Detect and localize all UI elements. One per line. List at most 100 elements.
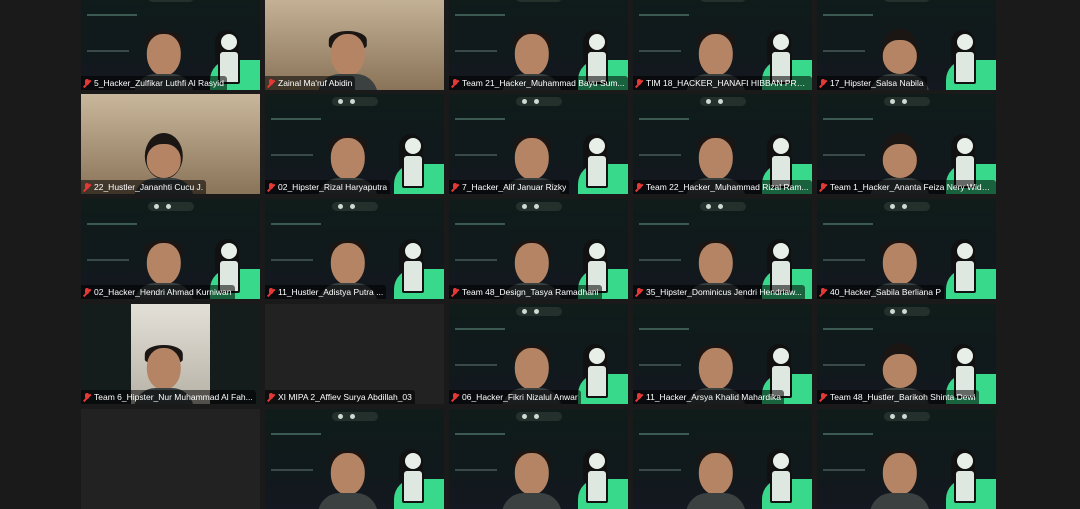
participant-video-tile[interactable]: Zainal Ma'ruf Abidin [265, 0, 444, 90]
mascot-illustration [398, 449, 424, 503]
participant-video-tile[interactable] [449, 409, 628, 509]
participant-name: Team 48_Design_Tasya Ramadhani [462, 287, 599, 297]
participant-name: 11_Hustler_Adistya Putra ... [278, 287, 384, 297]
slide-text-line [639, 118, 689, 120]
slide-text-line [455, 154, 497, 156]
mascot-illustration [582, 30, 608, 84]
slide-toolbar [332, 202, 378, 211]
mic-muted-icon [451, 78, 459, 88]
slide-text-line [271, 433, 321, 435]
slide-text-line [455, 259, 497, 261]
slide-toolbar [516, 0, 562, 2]
participant-name-bar: 11_Hustler_Adistya Putra ... [265, 285, 387, 299]
slide-text-line [639, 223, 689, 225]
participant-avatar [869, 450, 930, 509]
slide-text-line [639, 14, 689, 16]
slide-text-line [639, 469, 681, 471]
slide-text-line [639, 433, 689, 435]
slide-text-line [823, 50, 865, 52]
participant-video-tile[interactable]: Team 21_Hacker_Muhammad Bayu Sum... [449, 0, 628, 90]
mascot-illustration [582, 449, 608, 503]
slide-text-line [455, 469, 497, 471]
participant-video-tile[interactable] [633, 409, 812, 509]
mascot-illustration [766, 449, 792, 503]
participant-name-bar: XI MIPA 2_Affiev Surya Abdillah_03 [265, 390, 415, 404]
slide-text-line [823, 118, 873, 120]
participant-name: 06_Hacker_Fikri Nizalul Anwar [462, 392, 578, 402]
slide-toolbar [884, 202, 930, 211]
mascot-illustration [398, 239, 424, 293]
slide-toolbar [516, 307, 562, 316]
slide-text-line [455, 14, 505, 16]
participant-video-tile[interactable] [81, 409, 260, 509]
slide-toolbar [700, 0, 746, 2]
slide-toolbar [884, 97, 930, 106]
participant-video-tile[interactable]: 35_Hipster_Dominicus Jendri Hendriaw... [633, 199, 812, 299]
participant-video-tile[interactable]: 22_Hustler_Jananhti Cucu J. [81, 94, 260, 194]
slide-text-line [455, 433, 505, 435]
participant-name-bar: 40_Hacker_Sabila Berliana P [817, 285, 945, 299]
participant-video-tile[interactable]: 06_Hacker_Fikri Nizalul Anwar [449, 304, 628, 404]
participant-name-bar: 02_Hipster_Rizal Haryaputra [265, 180, 391, 194]
mascot-illustration [950, 344, 976, 398]
participant-name-bar: 06_Hacker_Fikri Nizalul Anwar [449, 390, 581, 404]
slide-text-line [271, 223, 321, 225]
participant-video-tile[interactable]: Team 1_Hacker_Ananta Feiza Nery Wido... [817, 94, 996, 194]
slide-text-line [87, 50, 129, 52]
slide-toolbar [148, 0, 194, 2]
slide-toolbar [884, 0, 930, 2]
participant-name: TIM 18_HACKER_HANAFI HIBBAN PRAS... [646, 78, 809, 88]
participant-name: 7_Hacker_Alif Januar Rizky [462, 182, 567, 192]
participant-name: 11_Hacker_Arsya Khalid Mahardika [646, 392, 781, 402]
participant-video-tile[interactable]: Team 6_Hipster_Nur Muhammad Al Fah... [81, 304, 260, 404]
participant-video-tile[interactable]: 02_Hacker_Hendri Ahmad Kurniwan [81, 199, 260, 299]
participant-video-tile[interactable]: 5_Hacker_Zulfikar Luthfi Al Rasyid [81, 0, 260, 90]
slide-text-line [823, 154, 865, 156]
participant-video-tile[interactable]: 7_Hacker_Alif Januar Rizky [449, 94, 628, 194]
participant-video-tile[interactable]: Team 48_Hustler_Barikoh Shinta Dewi [817, 304, 996, 404]
slide-text-line [271, 118, 321, 120]
mic-muted-icon [83, 78, 91, 88]
slide-text-line [455, 118, 505, 120]
mic-muted-icon [267, 287, 275, 297]
participant-name: Team 6_Hipster_Nur Muhammad Al Fah... [94, 392, 253, 402]
mascot-illustration [766, 344, 792, 398]
mascot-illustration [766, 239, 792, 293]
slide-text-line [87, 259, 129, 261]
participant-video-tile[interactable] [817, 409, 996, 509]
slide-text-line [639, 259, 681, 261]
mascot-illustration [398, 134, 424, 188]
slide-text-line [823, 259, 865, 261]
participant-video-tile[interactable]: 11_Hacker_Arsya Khalid Mahardika [633, 304, 812, 404]
mic-muted-icon [819, 78, 827, 88]
participant-video-tile[interactable]: 11_Hustler_Adistya Putra ... [265, 199, 444, 299]
participant-name-bar: Team 22_Hacker_Muhammad Rizal Ram... [633, 180, 812, 194]
participant-video-tile[interactable]: 17_Hipster_Salsa Nabila [817, 0, 996, 90]
mascot-illustration [766, 134, 792, 188]
participant-video-tile[interactable] [265, 409, 444, 509]
mascot-illustration [950, 134, 976, 188]
participant-video-tile[interactable]: XI MIPA 2_Affiev Surya Abdillah_03 [265, 304, 444, 404]
mascot-illustration [582, 134, 608, 188]
slide-toolbar [700, 97, 746, 106]
participant-video-tile[interactable]: Team 22_Hacker_Muhammad Rizal Ram... [633, 94, 812, 194]
mascot-illustration [766, 30, 792, 84]
participant-name: 02_Hipster_Rizal Haryaputra [278, 182, 388, 192]
mascot-illustration [950, 449, 976, 503]
participant-video-tile[interactable]: 40_Hacker_Sabila Berliana P [817, 199, 996, 299]
slide-text-line [455, 50, 497, 52]
mic-muted-icon [819, 182, 827, 192]
slide-toolbar [884, 412, 930, 421]
slide-text-line [639, 50, 681, 52]
participant-name-bar: Team 21_Hacker_Muhammad Bayu Sum... [449, 76, 628, 90]
participant-name: Zainal Ma'ruf Abidin [278, 78, 353, 88]
slide-text-line [271, 469, 313, 471]
mic-muted-icon [451, 287, 459, 297]
mascot-illustration [214, 239, 240, 293]
participant-name: 17_Hipster_Salsa Nabila [830, 78, 924, 88]
participant-name: 02_Hacker_Hendri Ahmad Kurniwan [94, 287, 232, 297]
participant-video-tile[interactable]: Team 48_Design_Tasya Ramadhani [449, 199, 628, 299]
participant-name: 5_Hacker_Zulfikar Luthfi Al Rasyid [94, 78, 224, 88]
participant-video-tile[interactable]: TIM 18_HACKER_HANAFI HIBBAN PRAS... [633, 0, 812, 90]
participant-video-tile[interactable]: 02_Hipster_Rizal Haryaputra [265, 94, 444, 194]
